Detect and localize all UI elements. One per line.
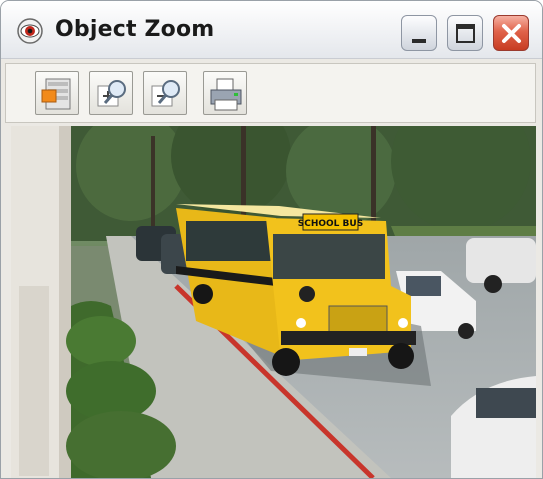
window-title: Object Zoom <box>55 17 215 42</box>
close-icon <box>502 24 521 43</box>
maximize-button[interactable] <box>447 15 483 51</box>
object-zoom-window: Object Zoom SCHOOL BUS <box>0 0 543 479</box>
toolbar <box>5 63 536 123</box>
maximize-icon <box>456 24 475 43</box>
zoom-out-icon <box>151 80 180 107</box>
minimize-icon <box>412 39 426 43</box>
bus-scene-image: SCHOOL BUS <box>11 126 536 478</box>
close-button[interactable] <box>493 15 529 51</box>
select-object-icon <box>41 78 71 110</box>
title-bar[interactable]: Object Zoom <box>1 1 542 59</box>
printer-icon <box>210 78 242 111</box>
print-button[interactable] <box>203 71 247 115</box>
zoom-in-button[interactable] <box>89 71 133 115</box>
zoom-in-icon <box>97 80 126 107</box>
minimize-button[interactable] <box>401 15 437 51</box>
zoom-out-button[interactable] <box>143 71 187 115</box>
bus-sign-text: SCHOOL BUS <box>298 219 363 229</box>
select-object-button[interactable] <box>35 71 79 115</box>
eye-icon <box>16 17 44 45</box>
zoomed-image-viewport[interactable]: SCHOOL BUS <box>11 126 536 478</box>
